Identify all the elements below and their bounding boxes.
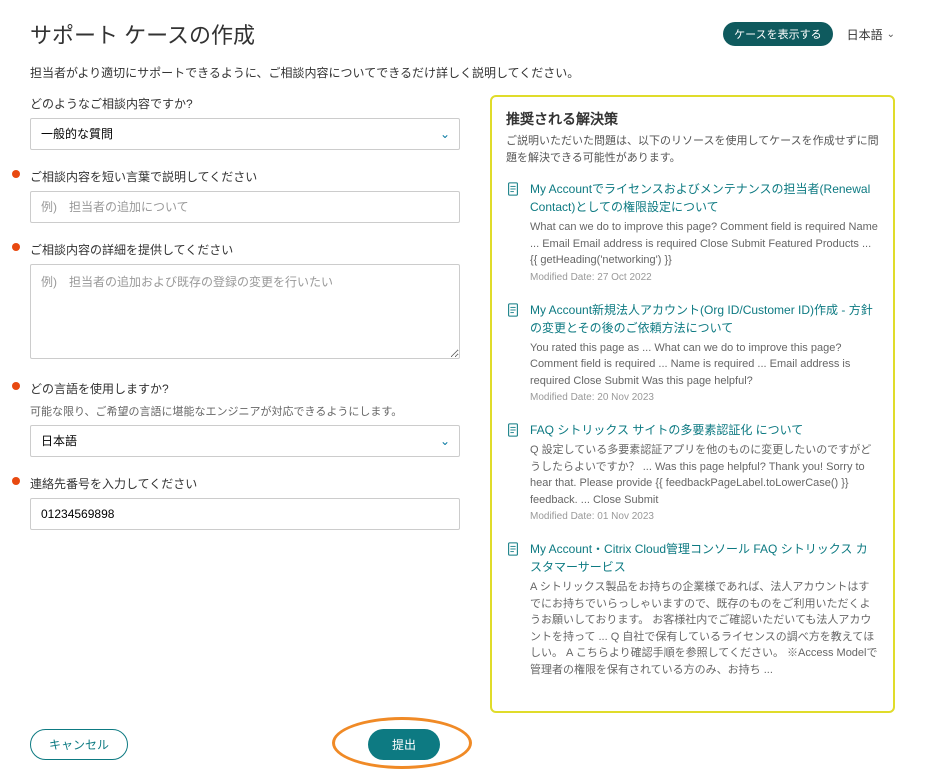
required-dot — [12, 170, 20, 178]
document-icon — [506, 182, 520, 196]
recommendations-intro: ご説明いただいた問題は、以下のリソースを使用してケースを作成せずに問題を解決でき… — [506, 133, 879, 166]
document-icon — [506, 423, 520, 437]
recommendation-desc: You rated this page as ... What can we d… — [530, 340, 879, 390]
required-dot — [12, 477, 20, 485]
subject-input[interactable] — [30, 191, 460, 223]
intro-text: 担当者がより適切にサポートできるように、ご相談内容についてできるだけ詳しく説明し… — [30, 64, 895, 81]
cancel-button[interactable]: キャンセル — [30, 729, 128, 760]
recommendation-desc: A シトリックス製品をお持ちの企業様であれば、法人アカウントはすでにお持ちでいら… — [530, 579, 879, 678]
recommendation-date: Modified Date: 01 Nov 2023 — [530, 511, 879, 522]
recommendation-link[interactable]: My Accountでライセンスおよびメンテナンスの担当者(Renewal Co… — [530, 182, 870, 214]
chevron-down-icon: ⌄ — [887, 29, 895, 40]
language-help: 可能な限り、ご希望の言語に堪能なエンジニアが対応できるようにします。 — [30, 403, 460, 419]
subject-label: ご相談内容を短い言葉で説明してください — [30, 168, 460, 185]
recommendation-link[interactable]: My Account・Citrix Cloud管理コンソール FAQ シトリック… — [530, 542, 868, 574]
recommendation-date: Modified Date: 27 Oct 2022 — [530, 272, 879, 283]
required-dot — [12, 243, 20, 251]
detail-textarea[interactable] — [30, 264, 460, 359]
language-label: どの言語を使用しますか? — [30, 380, 460, 397]
view-cases-button[interactable]: ケースを表示する — [723, 22, 832, 46]
recommendation-date: Modified Date: 20 Nov 2023 — [530, 392, 879, 403]
type-select[interactable]: 一般的な質問 — [30, 118, 460, 150]
type-label: どのようなご相談内容ですか? — [30, 95, 460, 112]
language-selector[interactable]: 日本語 ⌄ — [847, 26, 895, 43]
recommendation-link[interactable]: My Account新規法人アカウント(Org ID/Customer ID)作… — [530, 303, 873, 335]
language-select[interactable]: 日本語 — [30, 425, 460, 457]
phone-input[interactable] — [30, 498, 460, 530]
document-icon — [506, 542, 520, 556]
language-label: 日本語 — [847, 26, 883, 43]
recommendations-panel: 推奨される解決策 ご説明いただいた問題は、以下のリソースを使用してケースを作成せ… — [490, 95, 895, 713]
recommendation-item: My Account・Citrix Cloud管理コンソール FAQ シトリック… — [506, 540, 879, 681]
page-title: サポート ケースの作成 — [30, 18, 255, 50]
recommendation-desc: Q 設定している多要素認証アプリを他のものに変更したいのですがどうしたらよいです… — [530, 442, 879, 508]
required-dot — [12, 382, 20, 390]
submit-button[interactable]: 提出 — [368, 729, 440, 760]
phone-label: 連絡先番号を入力してください — [30, 475, 460, 492]
recommendation-item: FAQ シトリックス サイトの多要素認証化 について Q 設定している多要素認証… — [506, 421, 879, 522]
recommendation-item: My Accountでライセンスおよびメンテナンスの担当者(Renewal Co… — [506, 180, 879, 283]
detail-label: ご相談内容の詳細を提供してください — [30, 241, 460, 258]
recommendation-item: My Account新規法人アカウント(Org ID/Customer ID)作… — [506, 301, 879, 404]
recommendations-title: 推奨される解決策 — [506, 109, 879, 129]
recommendation-desc: What can we do to improve this page? Com… — [530, 219, 879, 269]
recommendation-link[interactable]: FAQ シトリックス サイトの多要素認証化 について — [530, 423, 803, 437]
document-icon — [506, 303, 520, 317]
